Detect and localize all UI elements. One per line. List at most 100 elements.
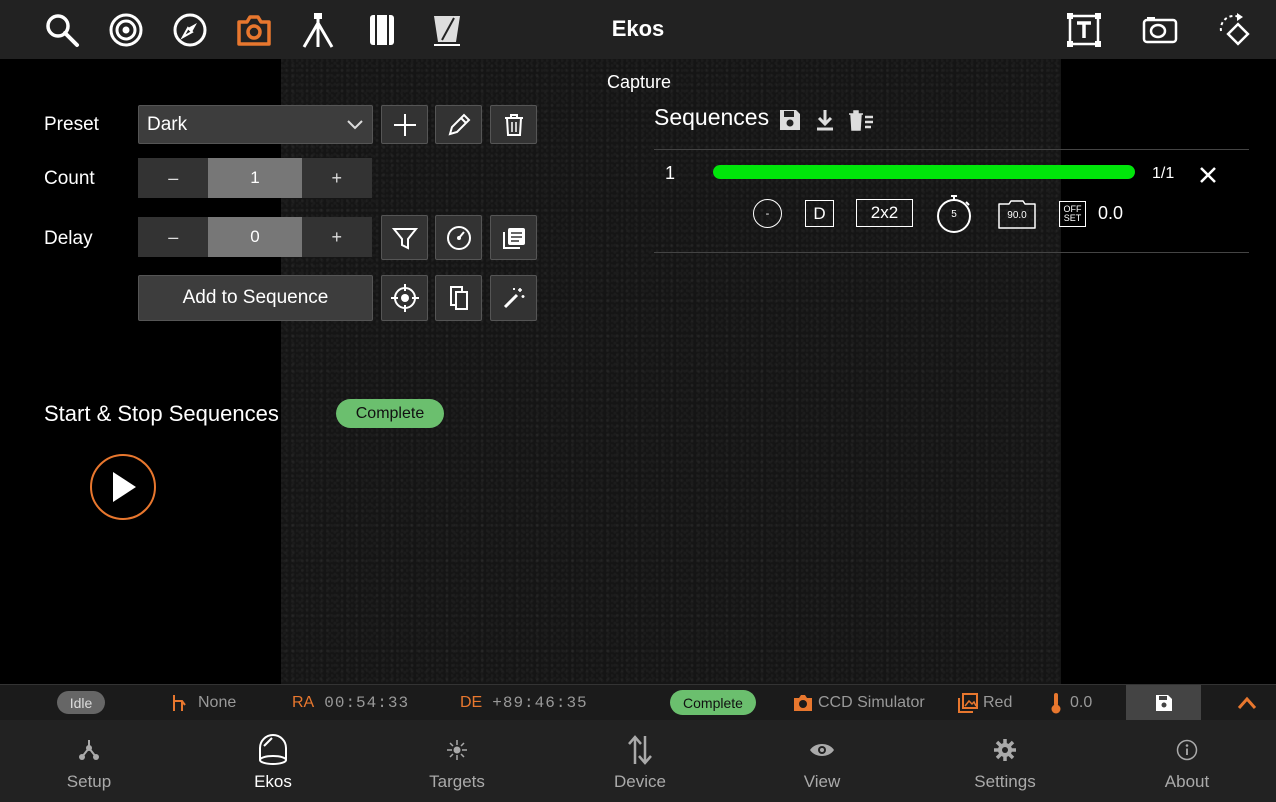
plus-icon (393, 113, 416, 136)
magic-wand-button[interactable] (490, 275, 537, 321)
temperature-value: 0.0 (1070, 694, 1093, 711)
nav-item-about[interactable]: About (1127, 720, 1247, 802)
compass-icon[interactable] (170, 10, 210, 50)
nav-item-ekos[interactable]: Ekos (213, 720, 333, 802)
frame-type-indicator: D (805, 200, 834, 227)
nav-item-device[interactable]: Device (580, 720, 700, 802)
filter-name: Red (983, 694, 1013, 711)
clear-sequence-icon[interactable] (847, 107, 875, 133)
filter-button[interactable] (381, 215, 428, 260)
magic-wand-icon (503, 288, 524, 309)
targets-icon (447, 740, 467, 760)
delay-label: Delay (44, 228, 93, 249)
de-value: +89:46:35 (492, 694, 588, 712)
nav-label: About (1164, 772, 1210, 791)
count-value[interactable]: 1 (208, 158, 302, 198)
camera-icon (794, 695, 812, 711)
save-sequence-icon[interactable] (776, 107, 804, 133)
expand-button[interactable] (1232, 685, 1262, 721)
trash-icon (504, 113, 523, 136)
close-icon[interactable] (1196, 163, 1220, 187)
nav-item-view[interactable]: View (762, 720, 882, 802)
count-decrement-button[interactable]: – (138, 158, 209, 198)
ra-label: RA (292, 694, 315, 711)
filter-image-icon (958, 693, 978, 713)
preset-value: Dark (147, 113, 188, 135)
filter-icon (391, 227, 418, 250)
filter-status: Red (957, 685, 1012, 721)
offset-indicator: OFF SET (1059, 201, 1086, 227)
ra-value: 00:54:33 (324, 694, 410, 712)
ekos-icon (259, 734, 287, 765)
divider (654, 149, 1249, 150)
preset-label: Preset (44, 114, 99, 135)
delete-preset-button[interactable] (490, 105, 537, 144)
camera-icon[interactable] (234, 10, 274, 50)
add-preset-button[interactable] (381, 105, 428, 144)
chevron-up-icon (1237, 696, 1257, 709)
park-status: None (170, 685, 236, 721)
search-icon[interactable] (42, 10, 82, 50)
capture-status-badge: Complete (670, 690, 756, 715)
eye-icon (810, 744, 834, 756)
filter-indicator: - (753, 199, 782, 228)
crosshair-button[interactable] (381, 275, 428, 321)
frame-icon[interactable] (1140, 10, 1180, 50)
tripod-icon[interactable] (298, 10, 338, 50)
library-icon (502, 227, 525, 249)
thermometer-icon (1051, 693, 1061, 714)
add-to-sequence-button[interactable]: Add to Sequence (138, 275, 373, 321)
device-icon (628, 735, 652, 765)
exposure-indicator: 5 (935, 194, 973, 234)
nav-label: View (803, 772, 841, 791)
play-button[interactable] (90, 454, 156, 520)
exposure-value: 5 (951, 208, 957, 220)
temperature-status: 0.0 (1050, 685, 1092, 721)
mount-status-badge: Idle (57, 691, 105, 714)
setup-icon (79, 740, 99, 760)
nav-item-settings[interactable]: Settings (945, 720, 1065, 802)
library-button[interactable] (490, 215, 537, 260)
park-value: None (198, 694, 237, 711)
telescope-icon[interactable] (426, 10, 466, 50)
play-icon (113, 472, 136, 502)
notebook-icon[interactable] (362, 10, 402, 50)
sequences-title: Sequences (654, 104, 770, 130)
gauge-button[interactable] (435, 215, 482, 260)
binning-indicator: 2x2 (856, 199, 913, 227)
sequence-progress-fill (713, 165, 1135, 179)
target-icon[interactable] (106, 10, 146, 50)
nav-label: Setup (66, 772, 112, 791)
copy-icon (449, 286, 468, 310)
download-sequence-icon[interactable] (811, 107, 839, 133)
count-label: Count (44, 168, 95, 189)
gear-icon (994, 739, 1016, 761)
text-overlay-icon[interactable] (1064, 10, 1104, 50)
save-button[interactable] (1126, 685, 1201, 721)
de-readout: DE +89:46:35 (460, 685, 588, 721)
rotate-icon[interactable] (1214, 10, 1254, 50)
preset-select[interactable]: Dark (138, 105, 373, 144)
nav-item-targets[interactable]: Targets (397, 720, 517, 802)
nav-label: Ekos (254, 772, 292, 791)
capture-background (281, 59, 1061, 684)
sequence-count: 1/1 (1152, 165, 1175, 182)
count-increment-button[interactable]: + (301, 158, 372, 198)
crosshair-icon (390, 284, 419, 312)
edit-preset-button[interactable] (435, 105, 482, 144)
save-icon (1155, 695, 1172, 711)
gauge-icon (446, 225, 471, 250)
info-icon (1176, 739, 1198, 761)
offset-label-bottom: SET (1063, 213, 1082, 223)
gain-value: 90.0 (1007, 209, 1027, 221)
module-title: Capture (606, 72, 672, 92)
park-icon (173, 695, 186, 711)
nav-item-setup[interactable]: Setup (29, 720, 149, 802)
copy-button[interactable] (435, 275, 482, 321)
status-badge: Complete (336, 399, 444, 428)
delay-value[interactable]: 0 (208, 217, 302, 257)
delay-decrement-button[interactable]: – (138, 217, 209, 257)
camera-status: CCD Simulator (792, 685, 925, 721)
sequence-progress-bar (713, 165, 1135, 179)
delay-increment-button[interactable]: + (301, 217, 372, 257)
